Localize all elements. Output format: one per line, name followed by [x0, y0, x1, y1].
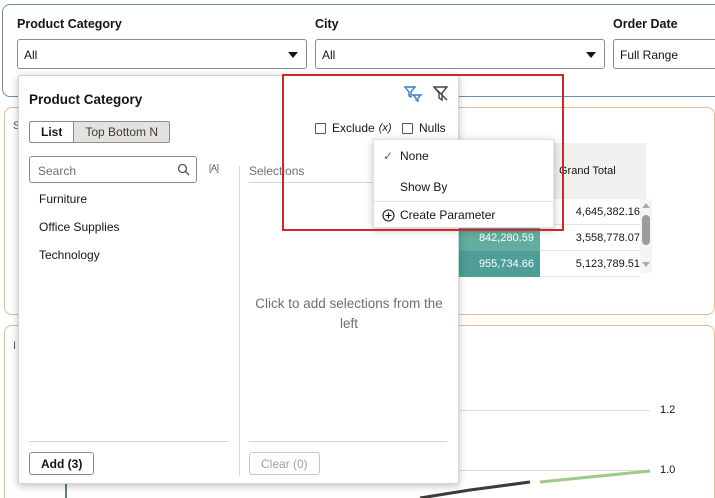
tab-list[interactable]: List	[29, 121, 75, 143]
footer-divider	[29, 441, 229, 442]
empty-selections-hint[interactable]: Click to add selections from the left	[251, 294, 447, 334]
match-case-icon[interactable]: [A]	[209, 163, 219, 173]
footer-divider	[249, 441, 447, 442]
search-icon	[177, 163, 190, 176]
series-line-green	[539, 469, 651, 484]
search-placeholder: Search	[38, 164, 77, 178]
tab-top-bottom-n[interactable]: Top Bottom N	[74, 121, 171, 143]
list-item-technology[interactable]: Technology	[39, 248, 100, 262]
popup-title: Product Category	[29, 92, 143, 107]
list-item-furniture[interactable]: Furniture	[39, 192, 87, 206]
list-item-office-supplies[interactable]: Office Supplies	[39, 220, 120, 234]
clear-button[interactable]: Clear (0)	[249, 452, 320, 475]
search-input[interactable]: Search	[29, 156, 197, 183]
series-line-dark	[419, 480, 531, 498]
pane-divider	[239, 166, 240, 476]
view-tabs: List Top Bottom N	[29, 121, 171, 143]
add-button[interactable]: Add (3)	[29, 452, 95, 475]
highlight-annotation	[282, 74, 564, 231]
